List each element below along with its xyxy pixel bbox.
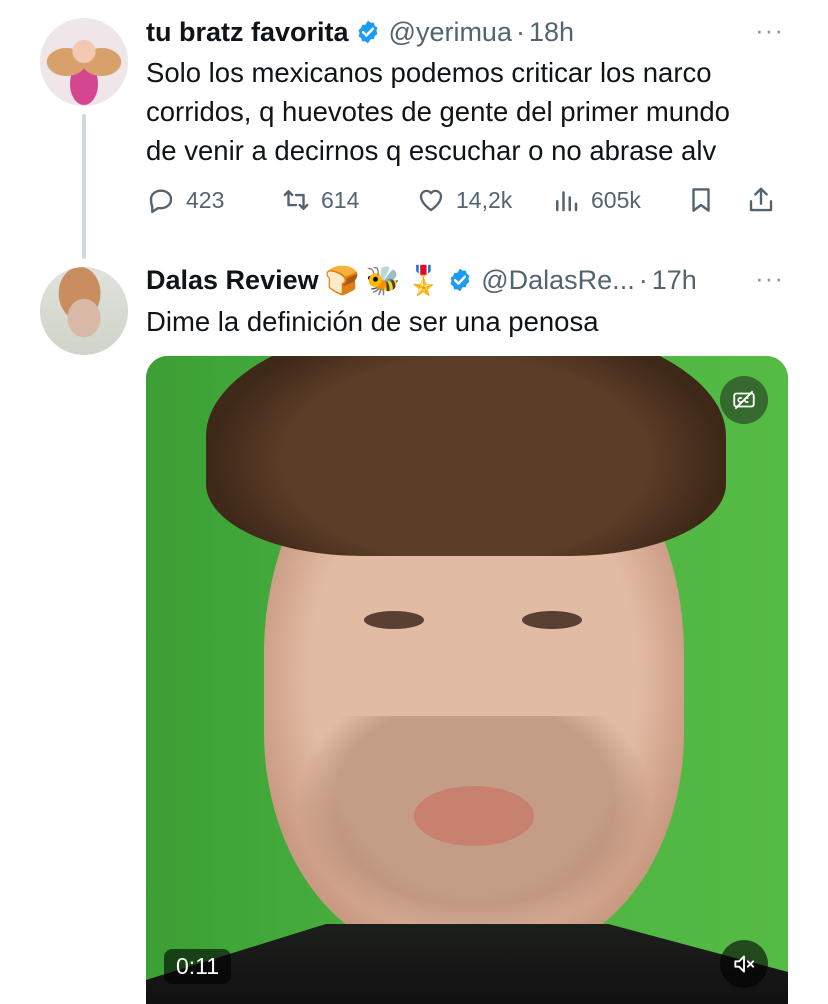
video-frame-eye (522, 611, 582, 629)
video-frame-hair (206, 356, 726, 556)
video-frame-mouth (414, 786, 534, 846)
bread-emoji: 🍞 (324, 264, 360, 296)
separator-dot: · (638, 264, 648, 295)
captions-off-icon (733, 390, 755, 410)
verified-badge-icon (450, 268, 470, 292)
tweet-header: Dalas Review 🍞 🐝 🎖️ @DalasRe... · 17h (146, 263, 697, 297)
volume-muted-icon (734, 955, 755, 973)
display-name[interactable]: Dalas Review (146, 265, 319, 296)
mute-button[interactable] (720, 940, 768, 988)
user-handle[interactable]: @DalasRe... (481, 265, 634, 296)
video-timestamp: 0:11 (164, 949, 232, 984)
more-options-icon[interactable]: ··· (755, 263, 784, 294)
avatar[interactable] (40, 267, 128, 355)
video-player[interactable]: 0:11 (146, 356, 788, 1004)
medal-emoji: 🎖️ (406, 264, 442, 296)
bee-emoji: 🐝 (365, 264, 401, 296)
tweet-reply[interactable]: Dalas Review 🍞 🐝 🎖️ @DalasRe... · 17h ··… (0, 0, 828, 1004)
tweet-text: Dime la definición de ser una penosa (146, 306, 599, 337)
video-frame-eye (364, 611, 424, 629)
captions-off-button[interactable] (720, 376, 768, 424)
timestamp[interactable]: 17h (652, 265, 697, 296)
